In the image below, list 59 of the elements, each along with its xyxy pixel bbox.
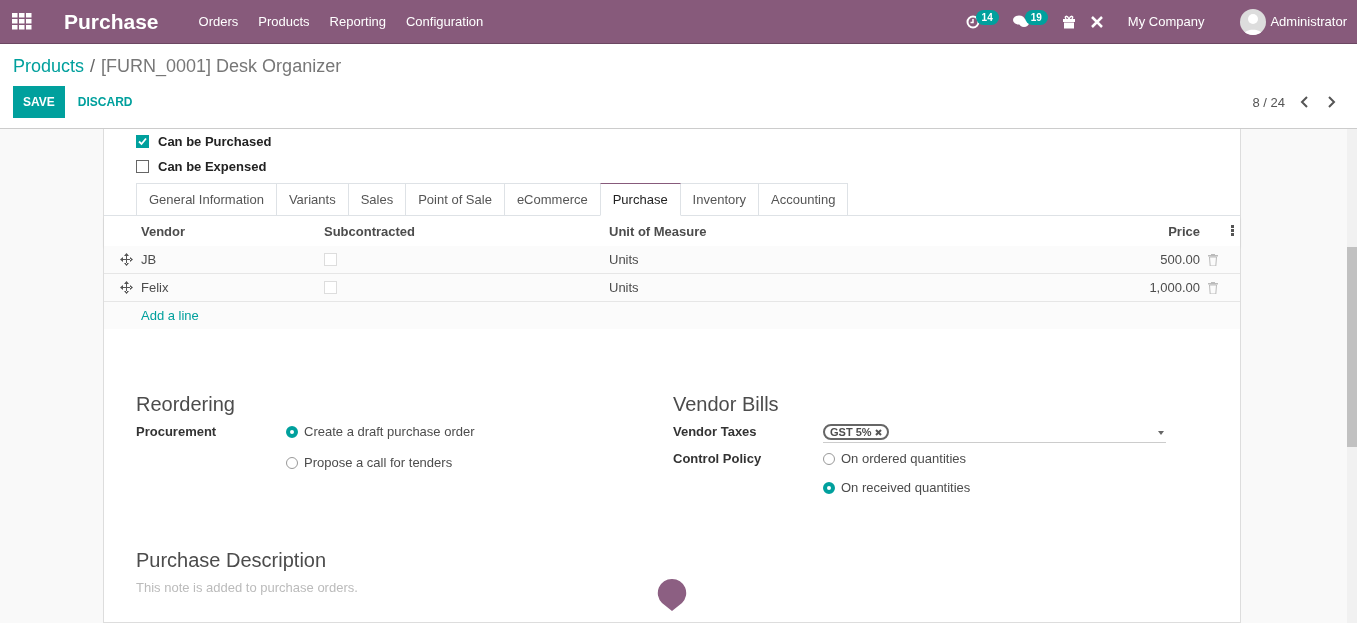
user-menu[interactable]: Administrator [1240, 8, 1347, 35]
field-label: Procurement [136, 424, 218, 439]
save-button[interactable]: SAVE [13, 86, 65, 118]
clock-icon[interactable] [965, 14, 980, 29]
chat-icon[interactable] [1012, 15, 1029, 28]
taxes-field[interactable]: GST 5% [823, 424, 1166, 443]
section-title: Purchase Description [136, 549, 328, 572]
table-cell-text: 500.00 [1159, 252, 1200, 267]
activity-count: 14 [975, 10, 999, 25]
radio-label: On received quantities [841, 480, 971, 495]
app-title: Purchase [64, 9, 159, 34]
checkbox-label: Can be Purchased [158, 134, 272, 149]
drag-handle-icon[interactable] [120, 253, 133, 266]
section-title: Vendor Bills [673, 393, 780, 416]
menu-item[interactable]: Configuration [396, 14, 494, 29]
pager-counter: 8 / 24 [1252, 94, 1285, 110]
radio-label: Create a draft purchase order [304, 424, 475, 439]
tax-tag: GST 5% [823, 424, 889, 440]
menu-item[interactable]: Products [248, 14, 320, 29]
checkbox[interactable] [136, 160, 149, 173]
checkbox[interactable] [136, 135, 149, 148]
remove-tag-icon[interactable] [874, 428, 882, 436]
field-label: Control Policy [673, 451, 763, 466]
radio-button[interactable] [823, 452, 835, 465]
column-header: Vendor [141, 223, 187, 239]
radio-button[interactable] [286, 456, 298, 469]
column-header: Subcontracted [324, 223, 416, 239]
table-cell-text: Units [609, 252, 640, 267]
record-title: [FURN_0001] Desk Organizer [101, 56, 342, 77]
table-cell-text: Felix [141, 280, 170, 295]
column-header: Unit of Measure [609, 223, 708, 239]
table-cell-text: JB [141, 252, 158, 267]
table-cell-text: 1,000.00 [1148, 280, 1200, 295]
tab[interactable]: Accounting [758, 183, 849, 216]
radio-button[interactable] [286, 425, 298, 438]
radio-label: Propose a call for tenders [304, 455, 453, 470]
field-label: Vendor Taxes [673, 424, 758, 439]
menu-item[interactable]: Reporting [319, 14, 396, 29]
column-header: Price [1167, 223, 1200, 239]
message-count: 19 [1024, 10, 1048, 25]
breadcrumb-link[interactable]: Products [13, 56, 85, 77]
pointer-marker-icon [657, 578, 687, 612]
company-switcher[interactable]: My Company [1117, 14, 1215, 29]
radio-label: On ordered quantities [841, 451, 967, 466]
apps-menu-icon[interactable] [12, 12, 32, 31]
drag-handle-icon[interactable] [120, 281, 133, 294]
discard-button[interactable]: DISCARD [64, 86, 146, 118]
scrollbar-thumb[interactable] [1347, 247, 1357, 447]
radio-button[interactable] [823, 481, 835, 494]
checkbox-label: Can be Expensed [158, 159, 267, 174]
column-options-icon[interactable] [1231, 224, 1234, 236]
breadcrumb-separator: / [90, 56, 96, 77]
section-title: Reordering [136, 393, 236, 416]
add-line-link[interactable]: Add a line [141, 308, 199, 323]
tab[interactable]: Purchase [599, 183, 681, 216]
table-cell-text: Units [609, 280, 640, 295]
gift-icon[interactable] [1061, 14, 1076, 29]
tab[interactable]: General Information [136, 183, 277, 216]
menu-item[interactable]: Orders [188, 14, 249, 29]
